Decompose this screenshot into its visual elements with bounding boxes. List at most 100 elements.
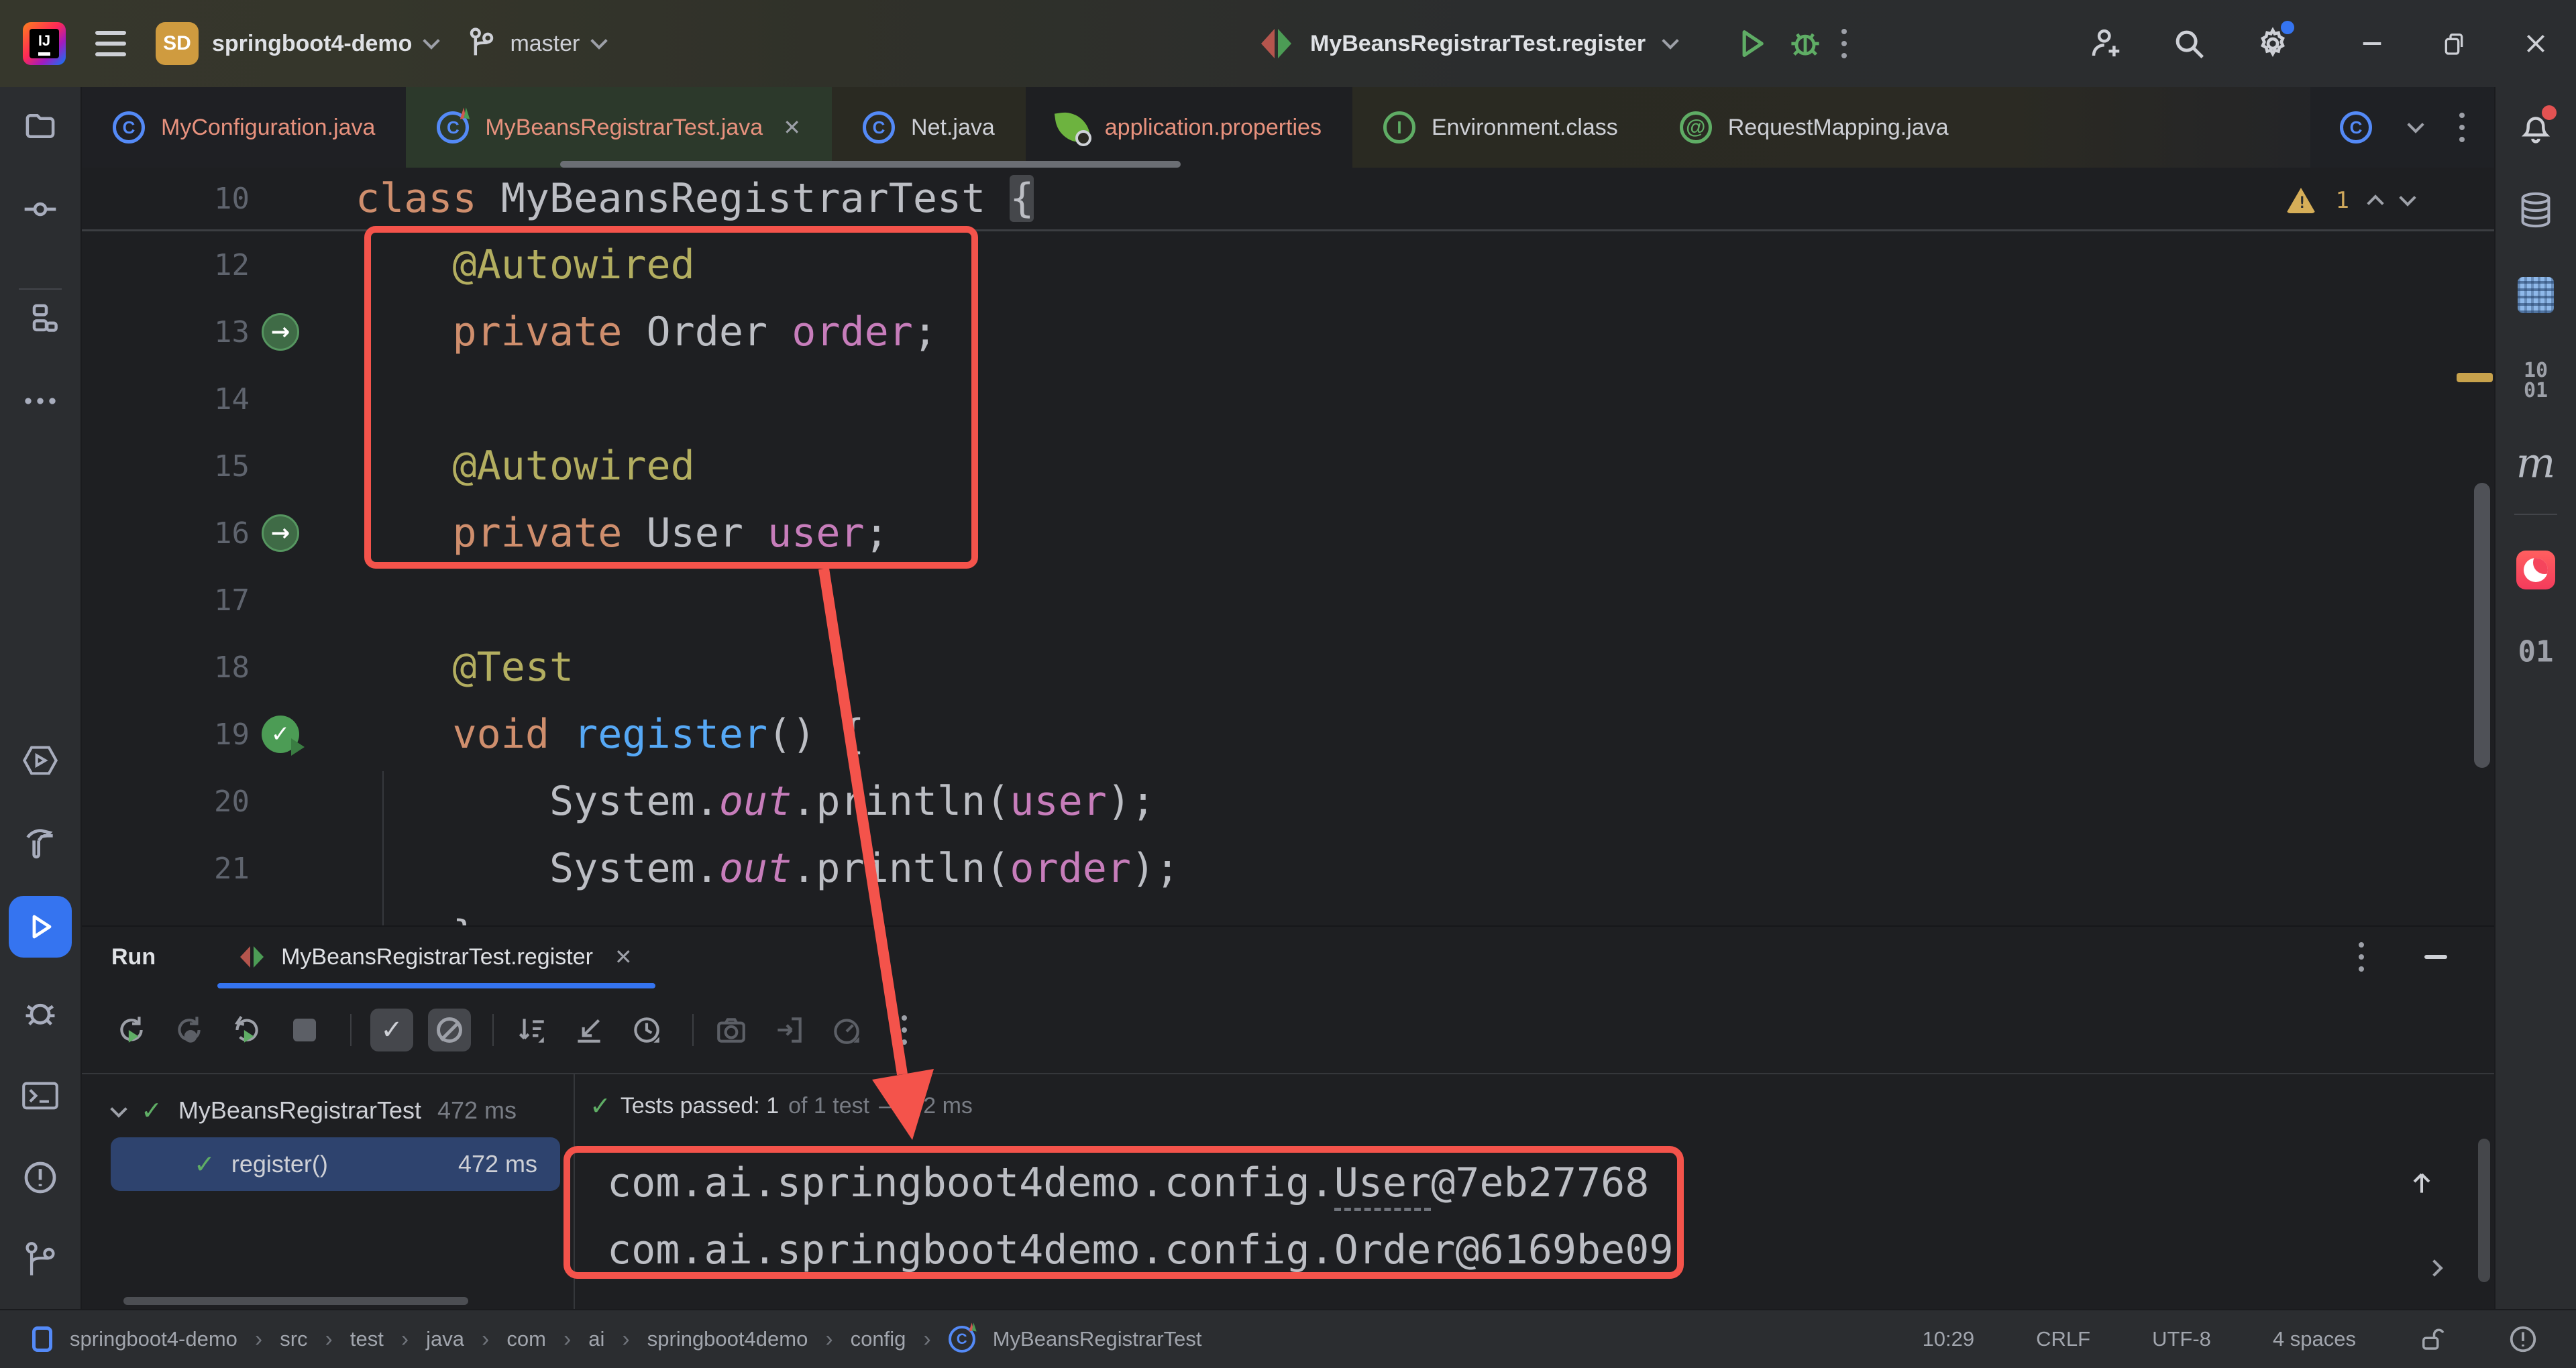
code-text[interactable]: void register() { — [317, 711, 865, 758]
problems-icon[interactable] — [21, 1159, 59, 1196]
problems-circle-icon[interactable] — [2508, 1324, 2538, 1355]
gutter-slot[interactable]: → — [250, 514, 317, 552]
sort-list-icon[interactable] — [513, 1011, 550, 1049]
coverage-gauge-icon[interactable] — [828, 1011, 865, 1049]
project-widget[interactable]: SD springboot4-demo — [156, 22, 437, 65]
test-console[interactable]: ✓ Tests passed: 1 of 1 test – 472 ms com… — [575, 1074, 2494, 1309]
breadcrumb-item[interactable]: springboot4demo — [647, 1327, 808, 1351]
code-text[interactable]: class MyBeansRegistrarTest { — [317, 175, 1034, 222]
line-number[interactable]: 20 — [82, 785, 250, 819]
breadcrumb-item[interactable]: test — [350, 1327, 384, 1351]
scroll-to-top-icon[interactable] — [2407, 1168, 2436, 1198]
tab-application-properties[interactable]: application.properties — [1026, 87, 1352, 168]
tab-options-kebab-icon[interactable] — [2459, 113, 2465, 142]
notifications-bell-icon[interactable] — [2518, 109, 2554, 146]
project-folder-icon[interactable] — [22, 108, 58, 144]
run-tool-window-icon[interactable] — [9, 896, 72, 958]
previous-problem-chevron-icon[interactable] — [2367, 194, 2383, 211]
line-number[interactable]: 17 — [82, 583, 250, 618]
code-text[interactable]: private Order order; — [317, 308, 937, 355]
gutter-slot[interactable]: ✓ — [250, 716, 317, 753]
breadcrumb-item[interactable]: com — [506, 1327, 546, 1351]
zero-one-icon[interactable]: 01 — [2518, 635, 2554, 669]
show-ignored-icon[interactable] — [428, 1009, 471, 1051]
line-ending[interactable]: CRLF — [2036, 1327, 2090, 1351]
close-tab-icon[interactable]: ✕ — [783, 115, 801, 140]
chevron-down-icon[interactable] — [1662, 32, 1678, 49]
code-editor[interactable]: 10 class MyBeansRegistrarTest { 12 @Autow… — [82, 168, 2494, 925]
commit-icon[interactable] — [21, 190, 59, 228]
close-icon[interactable] — [2522, 30, 2549, 57]
tab-mybeansregistrartest[interactable]: C MyBeansRegistrarTest.java ✕ — [406, 87, 832, 168]
search-icon[interactable] — [2171, 25, 2207, 62]
line-number[interactable]: 18 — [82, 650, 250, 685]
code-text[interactable]: } — [317, 912, 477, 925]
error-stripe-warning-mark[interactable] — [2457, 373, 2493, 382]
toggle-auto-test-icon[interactable] — [228, 1011, 266, 1049]
line-number[interactable]: 21 — [82, 852, 250, 886]
branch-widget[interactable]: master — [467, 27, 605, 60]
editor-scrollbar[interactable] — [2474, 483, 2490, 768]
build-hammer-icon[interactable] — [21, 825, 59, 862]
breadcrumb-item[interactable]: java — [426, 1327, 464, 1351]
test-tree-row-root[interactable]: ✓ MyBeansRegistrarTest 472 ms — [82, 1084, 574, 1137]
tab-myconfiguration[interactable]: C MyConfiguration.java — [82, 87, 406, 168]
git-tool-window-icon[interactable] — [23, 1241, 58, 1278]
test-tree-row-selected[interactable]: ✓ register() 472 ms — [111, 1137, 560, 1191]
terminal-icon[interactable] — [21, 1080, 59, 1112]
run-config-name[interactable]: MyBeansRegistrarTest.register — [1310, 31, 1646, 57]
next-problem-chevron-icon[interactable] — [2399, 189, 2416, 206]
class-icon-button[interactable]: C — [2340, 111, 2372, 144]
code-text[interactable]: private User user; — [317, 510, 889, 557]
tree-horizontal-scrollbar[interactable] — [123, 1297, 468, 1305]
tab-requestmapping[interactable]: @ RequestMapping.java — [1649, 87, 1980, 168]
plugin-moon-icon[interactable] — [2516, 551, 2555, 589]
console-class-link[interactable]: Order — [1334, 1227, 1456, 1278]
spring-bean-icon[interactable]: → — [262, 313, 299, 351]
inspections-widget[interactable]: 1 — [2286, 178, 2414, 223]
collapse-chevron-icon[interactable] — [110, 1100, 127, 1117]
indent-setting[interactable]: 4 spaces — [2273, 1327, 2356, 1351]
breadcrumb-item[interactable]: MyBeansRegistrarTest — [993, 1327, 1202, 1351]
more-kebab-icon[interactable] — [2359, 942, 2364, 972]
close-run-tab-icon[interactable]: ✕ — [614, 944, 633, 970]
breadcrumb-item[interactable]: springboot4-demo — [70, 1327, 237, 1351]
tab-environment[interactable]: I Environment.class — [1352, 87, 1649, 168]
caret-position[interactable]: 10:29 — [1923, 1327, 1975, 1351]
line-number[interactable]: 16 — [82, 516, 250, 551]
tab-bar-scrollbar[interactable] — [560, 161, 1181, 168]
binary-view-icon[interactable] — [2518, 277, 2554, 313]
test-passed-icon[interactable]: ✓ — [262, 716, 299, 753]
code-text[interactable]: @Autowired — [317, 443, 695, 490]
more-kebab-icon[interactable] — [1841, 29, 1847, 58]
line-number[interactable]: 19 — [82, 718, 250, 752]
main-menu-hamburger-icon[interactable] — [95, 31, 126, 56]
rerun-icon[interactable] — [113, 1011, 150, 1049]
spring-bean-icon[interactable]: → — [262, 514, 299, 552]
navigate-with-single-click-icon[interactable] — [570, 1011, 608, 1049]
file-encoding[interactable]: UTF-8 — [2152, 1327, 2211, 1351]
console-scrollbar[interactable] — [2478, 1139, 2490, 1282]
breadcrumb-item[interactable]: src — [280, 1327, 307, 1351]
add-user-icon[interactable] — [2088, 25, 2124, 62]
tab-net[interactable]: C Net.java — [832, 87, 1026, 168]
export-test-results-icon[interactable] — [770, 1011, 808, 1049]
show-passed-check-icon[interactable]: ✓ — [370, 1009, 413, 1051]
maven-icon[interactable]: m — [2516, 439, 2556, 488]
breadcrumb-item[interactable]: config — [851, 1327, 906, 1351]
code-text[interactable]: @Test — [317, 644, 574, 691]
run-panel-title[interactable]: Run — [111, 944, 156, 970]
hide-panel-icon[interactable] — [2424, 955, 2447, 959]
line-number[interactable]: 10 — [82, 182, 250, 216]
lock-open-icon[interactable] — [2418, 1325, 2446, 1353]
hide-tabs-chevron-icon[interactable] — [2407, 116, 2424, 133]
code-text[interactable]: @Autowired — [317, 241, 695, 288]
structure-icon[interactable] — [22, 300, 58, 337]
database-icon[interactable] — [2518, 191, 2554, 229]
binary-10-01-icon[interactable]: 1001 — [2524, 361, 2548, 401]
sort-by-duration-clock-icon[interactable] — [628, 1011, 665, 1049]
console-output[interactable]: com.ai.springboot4demo.config.User@7eb27… — [575, 1149, 2494, 1284]
gutter-slot[interactable]: → — [250, 313, 317, 351]
line-number[interactable]: 12 — [82, 248, 250, 282]
run-play-icon[interactable] — [1734, 26, 1769, 61]
